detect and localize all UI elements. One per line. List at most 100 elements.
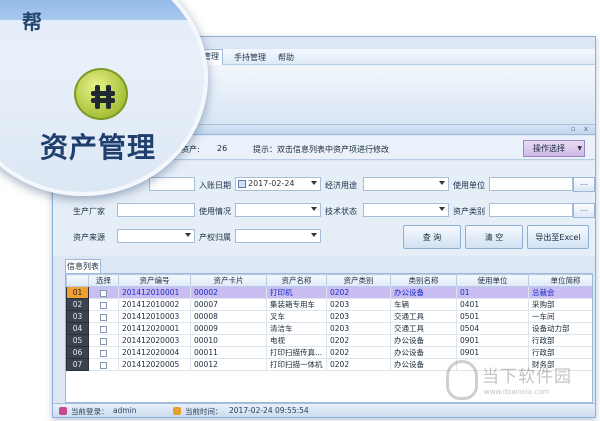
table-cell: 行政部: [528, 334, 592, 347]
watermark-logo-icon: [446, 360, 478, 400]
ownership-select[interactable]: [235, 229, 321, 243]
column-header[interactable]: 资产类别: [326, 274, 391, 287]
asset-grid-icon: [91, 85, 115, 109]
using-unit-input[interactable]: [489, 177, 573, 191]
hint-text: 提示：双击信息列表中资产项进行修改: [253, 145, 389, 154]
table-cell: 车辆: [390, 298, 457, 311]
using-unit-label: 使用单位: [453, 181, 485, 190]
table-cell: 201412020001: [118, 322, 191, 335]
table-row[interactable]: 01 201412010001 00002 打印机 0202 办公设备 01 总裁会: [66, 286, 592, 299]
table-cell: 0202: [326, 358, 391, 371]
select-checkbox[interactable]: [100, 313, 107, 321]
economic-use-label: 经济用途: [325, 181, 357, 190]
column-header[interactable]: 选择: [88, 274, 119, 287]
table-cell: 201412010003: [118, 310, 191, 323]
row-number: 03: [66, 310, 89, 323]
select-cell: [88, 322, 119, 335]
entry-date-value: 2017-02-24: [248, 179, 295, 188]
column-header[interactable]: 类别名称: [390, 274, 457, 287]
column-header[interactable]: 使用单位: [456, 274, 529, 287]
column-header[interactable]: 资产名称: [266, 274, 327, 287]
table-cell: 电视: [266, 334, 327, 347]
menu-help[interactable]: 帮助: [275, 51, 297, 64]
table-cell: 0401: [456, 298, 529, 311]
table-row[interactable]: 05 201412020003 00010 电视 0202 办公设备 0901 行政部: [66, 334, 592, 347]
select-cell: [88, 334, 119, 347]
select-cell: [88, 358, 119, 371]
table-cell: 0202: [326, 286, 391, 299]
table-row[interactable]: 03 201412010003 00008 叉车 0203 交通工具 0501 一车间: [66, 310, 592, 323]
calendar-icon: [238, 180, 246, 188]
row-number: 04: [66, 322, 89, 335]
table-cell: 00008: [190, 310, 267, 323]
ownership-label: 产权归属: [199, 233, 231, 242]
tech-status-select[interactable]: [363, 203, 449, 217]
select-cell: [88, 298, 119, 311]
magnified-menu-fragment: 帮: [22, 10, 102, 34]
entry-date-picker[interactable]: 2017-02-24: [235, 177, 321, 191]
select-checkbox[interactable]: [100, 361, 107, 369]
manufacturer-input[interactable]: [117, 203, 195, 217]
table-cell: 采购部: [528, 298, 592, 311]
table-header: 选择 资产编号 资产卡片 资产名称 资产类别 类别名称 使用单位 单位简称: [66, 274, 592, 287]
login-user: admin: [113, 406, 137, 415]
menu-handheld-management[interactable]: 手持管理: [231, 51, 269, 64]
tab-info-list[interactable]: 信息列表: [65, 259, 101, 273]
row-number: 07: [66, 358, 89, 371]
table-cell: 办公设备: [390, 334, 457, 347]
asset-category-input[interactable]: [489, 203, 573, 217]
using-unit-browse-button[interactable]: ...: [573, 177, 595, 192]
operation-select-label: 操作选择: [533, 144, 565, 153]
column-header[interactable]: 单位简称: [528, 274, 592, 287]
table-cell: 0901: [456, 334, 529, 347]
table-cell: 201412010002: [118, 298, 191, 311]
select-checkbox[interactable]: [100, 337, 107, 345]
select-checkbox[interactable]: [100, 289, 107, 297]
asset-source-select[interactable]: [117, 229, 195, 243]
table-cell: 设备动力部: [528, 322, 592, 335]
export-excel-button[interactable]: 导出至Excel: [527, 225, 589, 249]
asset-category-browse-button[interactable]: ...: [573, 203, 595, 218]
query-button[interactable]: 查 询: [403, 225, 461, 249]
table-row[interactable]: 04 201412020001 00009 清洁车 0203 交通工具 0504 设备动力部: [66, 322, 592, 335]
asset-management-icon: [74, 68, 128, 120]
table-cell: 0504: [456, 322, 529, 335]
table-cell: 01: [456, 286, 529, 299]
table-row[interactable]: 02 201412010002 00007 集装箱专用车 0203 车辆 0401 采购部: [66, 298, 592, 311]
asset-count-value: 26: [217, 144, 228, 153]
login-label: 当前登录：: [71, 407, 109, 416]
select-cell: [88, 346, 119, 359]
select-checkbox[interactable]: [100, 301, 107, 309]
manufacturer-label: 生产厂家: [73, 207, 105, 216]
row-number: 02: [66, 298, 89, 311]
chevron-down-icon: [311, 207, 317, 211]
clock-icon: [173, 407, 181, 415]
table-cell: 集装箱专用车: [266, 298, 327, 311]
asset-keyword-input[interactable]: [149, 177, 195, 191]
user-icon: [59, 407, 67, 415]
economic-use-select[interactable]: [363, 177, 449, 191]
time-label: 当前时间：: [185, 407, 223, 416]
column-header: [66, 274, 89, 287]
table-cell: 0203: [326, 310, 391, 323]
table-cell: 打印机: [266, 286, 327, 299]
table-cell: 交通工具: [390, 310, 457, 323]
column-header[interactable]: 资产编号: [118, 274, 191, 287]
time-value: 2017-02-24 09:55:54: [229, 406, 309, 415]
operation-select-button[interactable]: 操作选择 ▼: [523, 140, 585, 157]
table-cell: 0203: [326, 322, 391, 335]
select-checkbox[interactable]: [100, 349, 107, 357]
table-cell: 0202: [326, 346, 391, 359]
select-checkbox[interactable]: [100, 325, 107, 333]
chevron-down-icon: [311, 181, 317, 185]
table-cell: 201412010001: [118, 286, 191, 299]
usage-status-select[interactable]: [235, 203, 321, 217]
table-cell: 201412020005: [118, 358, 191, 371]
clear-button[interactable]: 清 空: [465, 225, 523, 249]
window-controls[interactable]: ▫ x: [571, 125, 591, 133]
asset-category-label: 资产类别: [453, 207, 485, 216]
row-number: 01: [66, 286, 89, 299]
table-cell: 办公设备: [390, 286, 457, 299]
column-header[interactable]: 资产卡片: [190, 274, 267, 287]
screenshot-stage: 资产管理 手持管理 帮助 ▫ x 资产: 26 提示：双击信息列表中资产项进行修…: [0, 0, 600, 421]
